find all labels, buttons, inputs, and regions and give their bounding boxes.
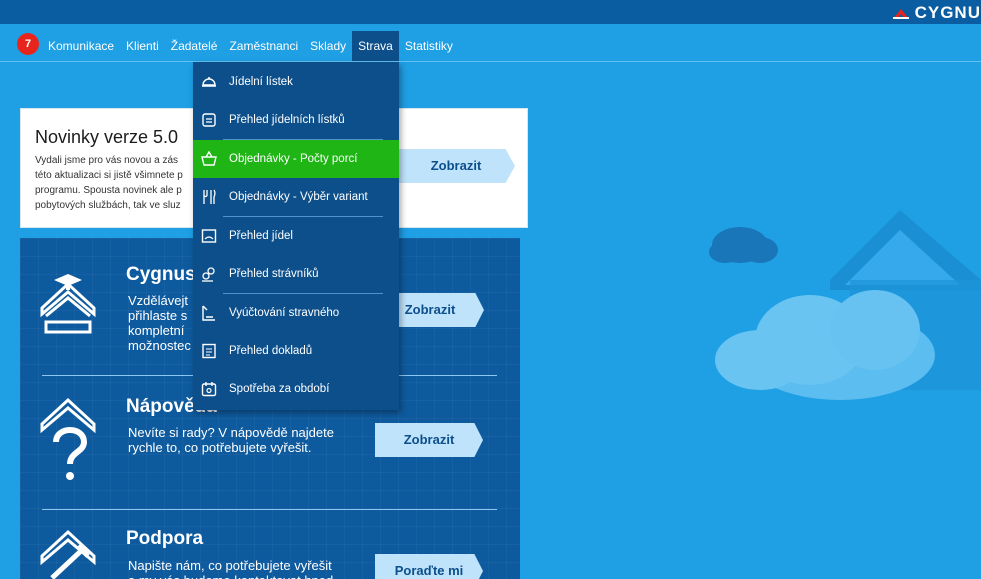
section-text-podpora: Napište nám, co potřebujete vyřešit a my… bbox=[128, 558, 333, 579]
tools-house-icon bbox=[38, 528, 100, 579]
cygnus-logo-icon bbox=[891, 6, 911, 20]
people-icon bbox=[201, 266, 217, 282]
menu-item-label: Přehled jídelních lístků bbox=[229, 114, 345, 126]
menu-item-prehled-jidel[interactable]: Přehled jídel bbox=[193, 217, 399, 255]
brand-logo: CYGNU bbox=[891, 3, 981, 22]
cloud-house-illustration bbox=[700, 190, 981, 435]
menu-item-label: Přehled strávníků bbox=[229, 268, 319, 280]
nav-item-zadatele[interactable]: Žadatelé bbox=[165, 31, 224, 61]
section-text-cygnus: Vzdělávejt přihlaste s kompletní možnost… bbox=[128, 293, 191, 353]
nav-item-klienti[interactable]: Klienti bbox=[120, 31, 165, 61]
menu-item-prehled-jidelnich-listku[interactable]: Přehled jídelních lístků bbox=[193, 101, 399, 139]
menu-item-label: Spotřeba za období bbox=[229, 383, 330, 395]
menu-item-label: Vyúčtování stravného bbox=[229, 307, 340, 319]
news-title: Novinky verze 5.0 bbox=[35, 127, 179, 147]
nav-item-statistiky[interactable]: Statistiky bbox=[399, 31, 459, 61]
menu-item-prehled-dokladu[interactable]: Přehled dokladů bbox=[193, 332, 399, 370]
graduation-house-icon bbox=[38, 270, 100, 340]
notification-badge[interactable]: 7 bbox=[17, 33, 39, 55]
section-title-podpora: Podpora bbox=[126, 528, 204, 549]
news-text: Vydali jsme pro vás novou a zás této akt… bbox=[35, 155, 183, 211]
nav-item-sklady[interactable]: Sklady bbox=[304, 31, 352, 61]
menu-item-objednavky-pocty-porci[interactable]: Objednávky - Počty porcí bbox=[193, 140, 399, 178]
plate-icon bbox=[201, 228, 217, 244]
section-text-napoveda: Nevíte si rady? V nápovědě najdete rychl… bbox=[128, 425, 334, 455]
calendar-icon bbox=[201, 381, 217, 397]
main-nav: 7 Komunikace Klienti Žadatelé Zaměstnanc… bbox=[0, 24, 981, 62]
cutlery-icon bbox=[201, 189, 217, 205]
nav-items: Komunikace Klienti Žadatelé Zaměstnanci … bbox=[42, 31, 459, 61]
brand-name: CYGNU bbox=[914, 3, 981, 22]
podpora-advise-button[interactable]: Poraďte mi bbox=[375, 554, 483, 579]
section-title-cygnus: Cygnus bbox=[126, 264, 196, 285]
menu-board-icon bbox=[201, 112, 217, 128]
menu-item-label: Přehled jídel bbox=[229, 230, 293, 242]
strava-dropdown-menu: Jídelní lístek Přehled jídelních lístků … bbox=[193, 62, 399, 410]
menu-item-objednavky-vyber-variant[interactable]: Objednávky - Výběr variant bbox=[193, 178, 399, 216]
menu-item-spotreba-za-obdobi[interactable]: Spotřeba za období bbox=[193, 370, 399, 408]
basket-icon bbox=[201, 150, 217, 167]
invoice-icon bbox=[201, 305, 217, 321]
menu-item-jidelni-listek[interactable]: Jídelní lístek bbox=[193, 63, 399, 101]
document-icon bbox=[201, 343, 217, 359]
menu-item-vyuctovani-stravneho[interactable]: Vyúčtování stravného bbox=[193, 294, 399, 332]
menu-item-label: Jídelní lístek bbox=[229, 76, 293, 88]
nav-item-zamestnanci[interactable]: Zaměstnanci bbox=[223, 31, 304, 61]
question-house-icon bbox=[38, 396, 100, 480]
menu-item-label: Objednávky - Počty porcí bbox=[229, 153, 358, 165]
menu-item-label: Přehled dokladů bbox=[229, 345, 313, 357]
nav-item-komunikace[interactable]: Komunikace bbox=[42, 31, 120, 61]
nav-item-strava[interactable]: Strava bbox=[352, 31, 399, 61]
menu-item-prehled-stravniku[interactable]: Přehled strávníků bbox=[193, 255, 399, 293]
news-show-button[interactable]: Zobrazit bbox=[397, 149, 515, 183]
menu-item-label: Objednávky - Výběr variant bbox=[229, 191, 368, 203]
napoveda-show-button[interactable]: Zobrazit bbox=[375, 423, 483, 457]
section-divider bbox=[42, 509, 497, 510]
top-bar: CYGNU bbox=[0, 0, 981, 24]
cloche-icon bbox=[201, 74, 217, 90]
